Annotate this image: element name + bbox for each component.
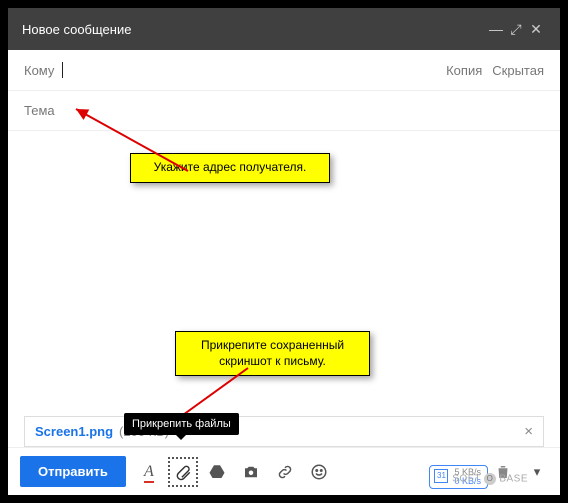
link-icon[interactable] <box>274 461 296 483</box>
minimize-button[interactable]: — <box>486 21 506 37</box>
attachment-chip: Screen1.png (200 КБ) × <box>24 416 544 447</box>
subject-placeholder: Тема <box>24 103 55 118</box>
attachment-name[interactable]: Screen1.png <box>35 424 113 439</box>
titlebar: Новое сообщение — ⤢ ✕ <box>8 8 560 50</box>
watermark: SOFT O BASE <box>452 473 528 485</box>
message-body[interactable]: Укажите адрес получателя. Прикрепите сох… <box>8 131 560 416</box>
attachment-remove-button[interactable]: × <box>524 423 533 440</box>
emoji-icon[interactable] <box>308 461 330 483</box>
net-count: 31 <box>434 469 448 483</box>
bcc-link[interactable]: Скрытая <box>492 63 544 78</box>
attach-tooltip: Прикрепить файлы <box>124 413 239 435</box>
format-icon[interactable]: A <box>138 461 160 483</box>
callout-recipient: Укажите адрес получателя. <box>130 153 330 183</box>
expand-button[interactable]: ⤢ <box>506 21 526 38</box>
close-button[interactable]: ✕ <box>526 21 546 38</box>
drive-icon[interactable] <box>206 461 228 483</box>
callout-attach: Прикрепите сохраненный скриншот к письму… <box>175 331 370 376</box>
more-icon[interactable]: ▾ <box>526 461 548 483</box>
window-title: Новое сообщение <box>22 22 486 37</box>
compose-window: Новое сообщение — ⤢ ✕ Кому Копия Скрытая… <box>8 8 560 495</box>
send-button[interactable]: Отправить <box>20 456 126 487</box>
recipients-row[interactable]: Кому Копия Скрытая <box>8 50 560 91</box>
to-label: Кому <box>24 63 54 78</box>
attach-file-icon[interactable] <box>172 461 194 483</box>
camera-icon[interactable] <box>240 461 262 483</box>
subject-row[interactable]: Тема <box>8 91 560 131</box>
cc-link[interactable]: Копия <box>446 63 482 78</box>
to-input[interactable] <box>63 63 436 78</box>
